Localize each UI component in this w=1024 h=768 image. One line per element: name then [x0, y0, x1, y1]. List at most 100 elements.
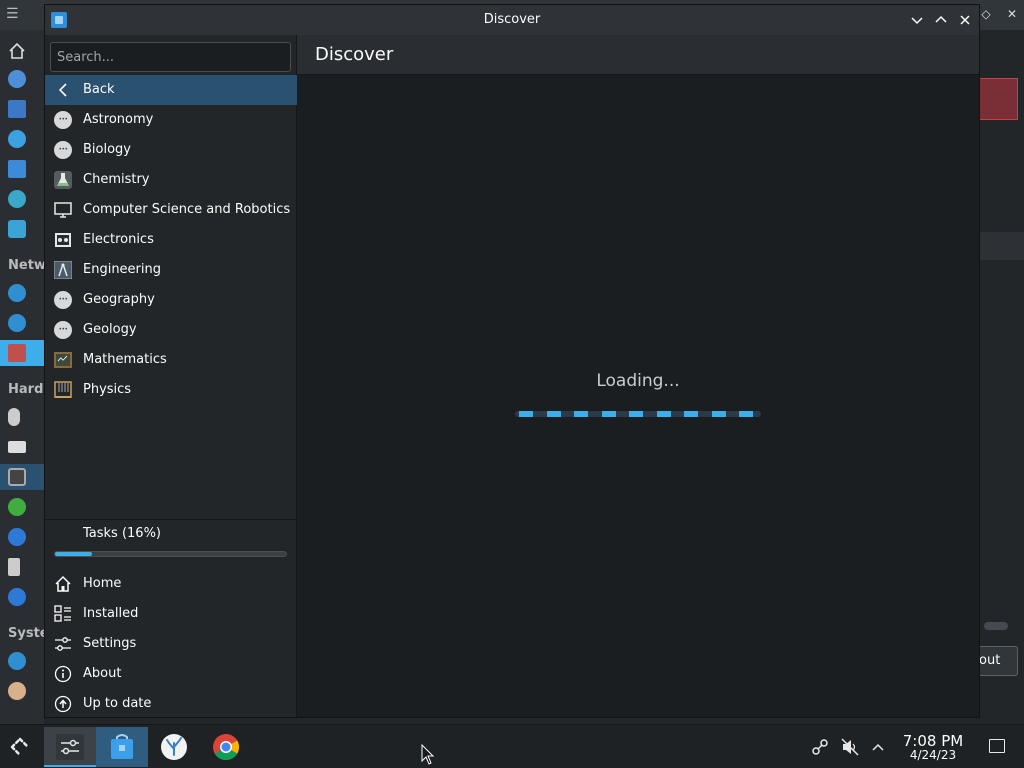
installed-icon: [54, 605, 71, 622]
tasks-progress-bar: [54, 551, 287, 557]
globe-icon[interactable]: [8, 312, 44, 334]
back-button[interactable]: Back: [45, 75, 297, 105]
category-item-biology[interactable]: Biology: [45, 135, 297, 165]
bg-item-icon[interactable]: [8, 188, 44, 210]
chevron-down-icon: [911, 17, 923, 25]
nav-installed-label: Installed: [83, 606, 139, 621]
nav-updates[interactable]: Up to date: [45, 689, 297, 719]
scrollbar[interactable]: [984, 622, 1008, 630]
category-item-engineering[interactable]: Engineering: [45, 255, 297, 285]
category-label: Astronomy: [83, 112, 154, 127]
discover-window: Discover Back Astronomy Biology Chemistr…: [44, 4, 980, 718]
category-item-computer-science[interactable]: Computer Science and Robotics: [45, 195, 297, 225]
compass-icon: [54, 261, 72, 279]
dots-icon: [54, 321, 72, 339]
category-label: Geography: [83, 292, 155, 307]
category-item-electronics[interactable]: Electronics: [45, 225, 297, 255]
page-title: Discover: [315, 44, 394, 65]
avatar[interactable]: [8, 680, 44, 702]
settings-icon: [55, 637, 71, 651]
keep-above-icon[interactable]: ◇: [978, 6, 994, 22]
minimize-button[interactable]: [907, 10, 927, 30]
bluetooth-icon[interactable]: [8, 526, 44, 548]
category-label: Mathematics: [83, 352, 167, 367]
bg-item-icon[interactable]: [8, 98, 44, 120]
close-icon: [960, 15, 970, 25]
close-button[interactable]: [955, 10, 975, 30]
firewall-icon[interactable]: [0, 340, 44, 366]
bg-item-icon[interactable]: [8, 218, 44, 240]
task-chrome[interactable]: [200, 727, 252, 767]
application-launcher-icon[interactable]: [8, 735, 32, 759]
firewall-status-panel: [980, 78, 1018, 120]
section-header: Hardv: [8, 382, 44, 397]
display-icon[interactable]: [8, 436, 44, 458]
nav-home-label: Home: [83, 576, 122, 591]
clock-date[interactable]: 4/24/23: [890, 748, 976, 762]
network-icon[interactable]: [810, 737, 830, 757]
task-discover[interactable]: [96, 727, 148, 767]
category-label: Biology: [83, 142, 131, 157]
system-settings-icon: [56, 734, 84, 760]
bg-item-icon[interactable]: [8, 158, 44, 180]
nav-installed[interactable]: Installed: [45, 599, 297, 629]
globe-icon[interactable]: [8, 282, 44, 304]
volume-muted-icon[interactable]: [840, 737, 860, 757]
category-item-geography[interactable]: Geography: [45, 285, 297, 315]
home-icon[interactable]: [8, 40, 44, 62]
nav-about[interactable]: About: [45, 659, 297, 689]
busy-dash: [601, 411, 616, 417]
nav-home[interactable]: Home: [45, 569, 297, 599]
mouse-icon[interactable]: [8, 406, 44, 428]
category-item-mathematics[interactable]: Mathematics: [45, 345, 297, 375]
sidebar: Back Astronomy Biology Chemistry Compute…: [45, 35, 297, 717]
info-icon[interactable]: [8, 650, 44, 672]
background-content: [980, 30, 1024, 724]
window-title: Discover: [483, 12, 541, 27]
show-desktop-icon[interactable]: [989, 739, 1005, 753]
chevron-up-icon[interactable]: [868, 737, 888, 757]
category-item-geology[interactable]: Geology: [45, 315, 297, 345]
task-app[interactable]: [148, 727, 200, 767]
task-system-settings[interactable]: [44, 727, 96, 767]
bg-item-icon[interactable]: [8, 128, 44, 150]
busy-dash: [711, 411, 726, 417]
busy-dash: [739, 411, 753, 417]
dots-icon: [54, 141, 72, 159]
bg-item-icon[interactable]: [8, 68, 44, 90]
sdcard-icon[interactable]: [8, 556, 44, 578]
category-label: Geology: [83, 322, 137, 337]
thunderbolt-icon[interactable]: [8, 586, 44, 608]
tasks-label[interactable]: Tasks (16%): [83, 520, 161, 548]
back-label: Back: [83, 82, 115, 97]
busy-dash: [684, 411, 698, 417]
background-row: [980, 232, 1024, 260]
category-label: Computer Science and Robotics: [83, 202, 291, 217]
busy-dash: [546, 411, 561, 417]
maximize-button[interactable]: [931, 10, 951, 30]
category-item-physics[interactable]: Physics: [45, 375, 297, 405]
nav-updates-label: Up to date: [83, 696, 152, 711]
busy-dash: [574, 411, 588, 417]
category-item-astronomy[interactable]: Astronomy: [45, 105, 297, 135]
background-sidebar: Netw Hardv Syste: [0, 30, 44, 724]
search-input[interactable]: [50, 42, 291, 72]
audio-icon[interactable]: [0, 464, 44, 490]
nav-settings[interactable]: Settings: [45, 629, 297, 659]
page-header: Discover: [297, 35, 979, 75]
section-header: Syste: [8, 626, 44, 641]
tasks-progress-fill: [55, 552, 92, 556]
busy-dash: [629, 411, 643, 417]
mouse-cursor-icon: [421, 744, 435, 765]
close-icon[interactable]: ✕: [1004, 6, 1020, 22]
taskbar: 7:08 PM 4/24/23: [0, 724, 1024, 768]
update-icon: [54, 695, 72, 713]
titlebar: Discover: [45, 5, 979, 35]
chalkboard-icon: [54, 352, 72, 368]
section-header: Netw: [8, 258, 44, 273]
hamburger-menu-icon[interactable]: ☰: [6, 6, 22, 22]
category-item-chemistry[interactable]: Chemistry: [45, 165, 297, 195]
discover-icon: [111, 734, 133, 759]
power-icon[interactable]: [8, 496, 44, 518]
nav-about-label: About: [83, 666, 122, 681]
